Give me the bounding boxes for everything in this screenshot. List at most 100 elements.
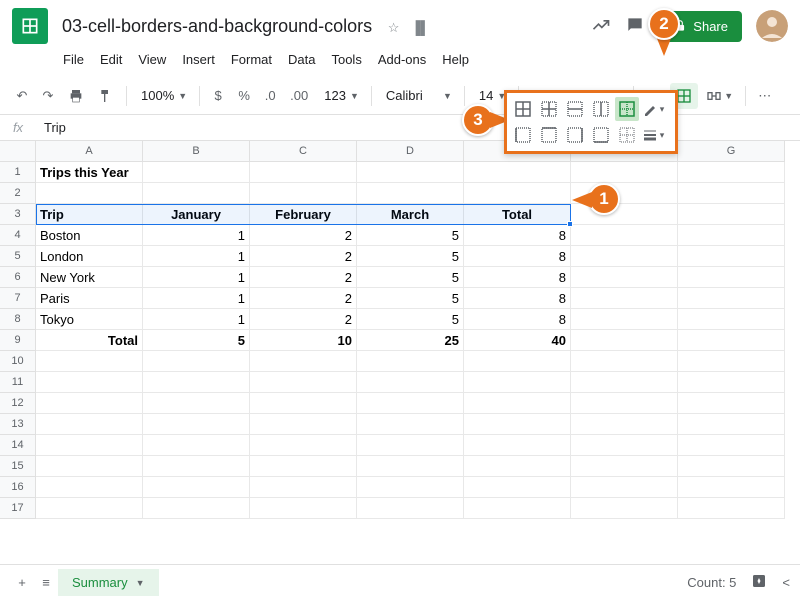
cell-D7[interactable]: 5 — [357, 288, 464, 309]
cell-C3[interactable]: February — [250, 204, 357, 225]
row-header-7[interactable]: 7 — [0, 288, 36, 309]
cell-E5[interactable]: 8 — [464, 246, 571, 267]
cell-E14[interactable] — [464, 435, 571, 456]
cell-E6[interactable]: 8 — [464, 267, 571, 288]
selection-handle[interactable] — [567, 221, 573, 227]
more-toolbar-button[interactable]: ⋯ — [752, 83, 777, 109]
border-style-icon[interactable]: ▾ — [641, 123, 665, 147]
cell-D8[interactable]: 5 — [357, 309, 464, 330]
cell-D3[interactable]: March — [357, 204, 464, 225]
cell-C4[interactable]: 2 — [250, 225, 357, 246]
undo-button[interactable]: ↶ — [10, 83, 34, 109]
menu-help[interactable]: Help — [435, 48, 476, 71]
cell-A6[interactable]: New York — [36, 267, 143, 288]
cell-E10[interactable] — [464, 351, 571, 372]
row-header-6[interactable]: 6 — [0, 267, 36, 288]
cell-B9[interactable]: 5 — [143, 330, 250, 351]
cell-C10[interactable] — [250, 351, 357, 372]
font-dropdown[interactable]: Calibri▼ — [378, 79, 458, 112]
cell-E16[interactable] — [464, 477, 571, 498]
cell-C8[interactable]: 2 — [250, 309, 357, 330]
cell-F12[interactable] — [571, 393, 678, 414]
cell-A5[interactable]: London — [36, 246, 143, 267]
cell-D13[interactable] — [357, 414, 464, 435]
cell-E1[interactable] — [464, 162, 571, 183]
cell-A11[interactable] — [36, 372, 143, 393]
cell-B4[interactable]: 1 — [143, 225, 250, 246]
cell-E11[interactable] — [464, 372, 571, 393]
border-inner-icon[interactable] — [537, 97, 561, 121]
cell-B12[interactable] — [143, 393, 250, 414]
cell-C9[interactable]: 10 — [250, 330, 357, 351]
cell-E3[interactable]: Total — [464, 204, 571, 225]
border-color-icon[interactable]: ▾ — [641, 97, 665, 121]
cell-E7[interactable]: 8 — [464, 288, 571, 309]
cell-B8[interactable]: 1 — [143, 309, 250, 330]
cell-B16[interactable] — [143, 477, 250, 498]
cell-G6[interactable] — [678, 267, 785, 288]
menu-file[interactable]: File — [56, 48, 91, 71]
cell-B15[interactable] — [143, 456, 250, 477]
row-header-16[interactable]: 16 — [0, 477, 36, 498]
cell-G5[interactable] — [678, 246, 785, 267]
cell-F8[interactable] — [571, 309, 678, 330]
currency-button[interactable]: $ — [206, 83, 230, 108]
menu-edit[interactable]: Edit — [93, 48, 129, 71]
row-header-3[interactable]: 3 — [0, 204, 36, 225]
cell-E9[interactable]: 40 — [464, 330, 571, 351]
column-header-G[interactable]: G — [678, 141, 785, 162]
cell-C14[interactable] — [250, 435, 357, 456]
cell-B10[interactable] — [143, 351, 250, 372]
select-all-cell[interactable] — [0, 141, 36, 162]
cell-D6[interactable]: 5 — [357, 267, 464, 288]
cell-A13[interactable] — [36, 414, 143, 435]
row-header-15[interactable]: 15 — [0, 456, 36, 477]
cell-F17[interactable] — [571, 498, 678, 519]
cell-B11[interactable] — [143, 372, 250, 393]
decrease-decimal-button[interactable]: .0 — [258, 83, 282, 108]
cell-D17[interactable] — [357, 498, 464, 519]
row-header-13[interactable]: 13 — [0, 414, 36, 435]
sheet-tab-menu-icon[interactable]: ▼ — [136, 578, 145, 588]
cell-B7[interactable]: 1 — [143, 288, 250, 309]
document-title[interactable]: 03-cell-borders-and-background-colors — [56, 14, 378, 38]
sheet-tab-summary[interactable]: Summary ▼ — [58, 569, 159, 596]
cell-D1[interactable] — [357, 162, 464, 183]
border-bottom-icon[interactable] — [589, 123, 613, 147]
row-header-9[interactable]: 9 — [0, 330, 36, 351]
cell-A17[interactable] — [36, 498, 143, 519]
cell-D4[interactable]: 5 — [357, 225, 464, 246]
row-header-10[interactable]: 10 — [0, 351, 36, 372]
cell-F5[interactable] — [571, 246, 678, 267]
cell-C16[interactable] — [250, 477, 357, 498]
cell-F1[interactable] — [571, 162, 678, 183]
row-header-8[interactable]: 8 — [0, 309, 36, 330]
cell-C2[interactable] — [250, 183, 357, 204]
explore-icon[interactable] — [750, 572, 768, 593]
border-outer-icon[interactable] — [615, 97, 639, 121]
cell-A3[interactable]: Trip — [36, 204, 143, 225]
cell-E8[interactable]: 8 — [464, 309, 571, 330]
column-header-A[interactable]: A — [36, 141, 143, 162]
column-header-B[interactable]: B — [143, 141, 250, 162]
cell-A9[interactable]: Total — [36, 330, 143, 351]
border-top-icon[interactable] — [537, 123, 561, 147]
cell-A14[interactable] — [36, 435, 143, 456]
cell-F10[interactable] — [571, 351, 678, 372]
cell-G4[interactable] — [678, 225, 785, 246]
cell-A15[interactable] — [36, 456, 143, 477]
cell-D5[interactable]: 5 — [357, 246, 464, 267]
cell-B13[interactable] — [143, 414, 250, 435]
cell-E4[interactable]: 8 — [464, 225, 571, 246]
comment-icon[interactable] — [625, 15, 645, 38]
cell-A8[interactable]: Tokyo — [36, 309, 143, 330]
cell-G10[interactable] — [678, 351, 785, 372]
cell-A10[interactable] — [36, 351, 143, 372]
row-header-5[interactable]: 5 — [0, 246, 36, 267]
cell-A2[interactable] — [36, 183, 143, 204]
cell-A12[interactable] — [36, 393, 143, 414]
row-header-12[interactable]: 12 — [0, 393, 36, 414]
cell-A4[interactable]: Boston — [36, 225, 143, 246]
menu-insert[interactable]: Insert — [175, 48, 222, 71]
border-vertical-icon[interactable] — [589, 97, 613, 121]
